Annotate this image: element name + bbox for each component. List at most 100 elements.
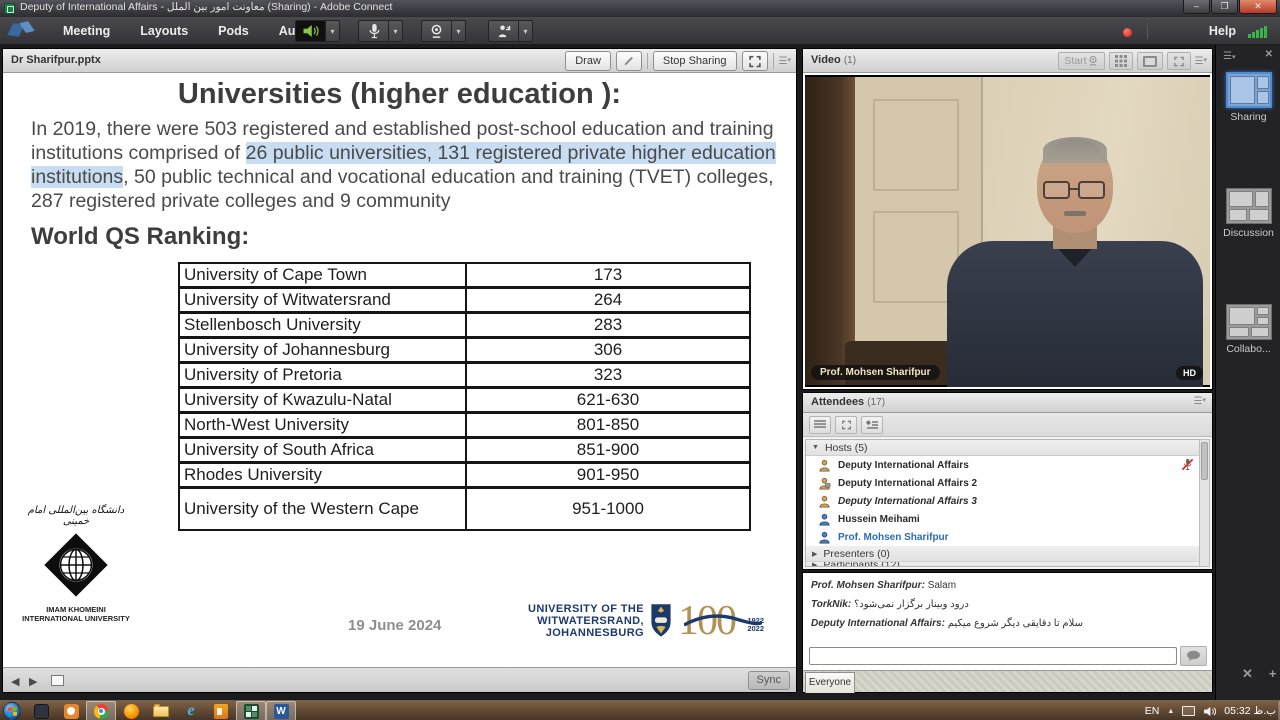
fullscreen-button[interactable] bbox=[742, 51, 768, 71]
previous-slide-button[interactable]: ◀ bbox=[11, 675, 19, 688]
adobe-connect-logo bbox=[8, 21, 38, 41]
network-icon[interactable] bbox=[1182, 706, 1195, 716]
taskbar-app-ie[interactable]: e bbox=[176, 701, 206, 720]
attendees-pod-menu-button[interactable]: ☰▾ bbox=[1194, 396, 1206, 407]
wits-shield-icon bbox=[649, 603, 673, 639]
taskbar-app-chrome[interactable] bbox=[86, 701, 116, 720]
status-raise-hand-button[interactable] bbox=[488, 20, 519, 42]
group-presenters[interactable]: ▶ Presenters (0) bbox=[806, 546, 1200, 562]
grid-view-button[interactable] bbox=[1109, 52, 1133, 70]
pointer-pen-button[interactable] bbox=[616, 51, 642, 71]
taskbar-app-connect[interactable] bbox=[236, 701, 266, 720]
layout-thumbnail[interactable] bbox=[1226, 304, 1272, 340]
presenters-group-label: Presenters (0) bbox=[823, 548, 890, 560]
menu-layouts[interactable]: Layouts bbox=[125, 17, 203, 45]
group-participants[interactable]: ▶ Participants (12) bbox=[806, 562, 1200, 567]
qs-ranking-heading: World QS Ranking: bbox=[31, 223, 249, 251]
next-slide-button[interactable]: ▶ bbox=[29, 675, 37, 688]
tab-everyone[interactable]: Everyone bbox=[805, 672, 855, 693]
menu-bar: Meeting Layouts Pods Audio ▾ ▾ bbox=[0, 17, 1280, 45]
expand-arrows-icon bbox=[841, 420, 852, 430]
layout-label: Discussion bbox=[1216, 227, 1280, 239]
microphone-icon bbox=[367, 23, 381, 39]
sync-button[interactable]: Sync bbox=[748, 671, 790, 690]
video-pod-title: Video bbox=[811, 54, 841, 66]
group-hosts[interactable]: ▼ Hosts (5) bbox=[806, 440, 1200, 456]
start-webcam-button[interactable]: Start bbox=[1058, 52, 1104, 70]
slide-paragraph: In 2019, there were 503 registered and e… bbox=[31, 117, 779, 213]
sidebar-close-button[interactable]: ✕ bbox=[1265, 49, 1273, 60]
table-row: University of Kwazulu-Natal621-630 bbox=[179, 388, 750, 413]
microphone-button[interactable] bbox=[358, 20, 389, 42]
taskbar-app-media[interactable] bbox=[56, 701, 86, 720]
taskbar-app-word[interactable]: W bbox=[266, 701, 296, 720]
breakout-view-button[interactable] bbox=[835, 416, 857, 434]
slide-date: 19 June 2024 bbox=[348, 617, 441, 634]
attendee-row[interactable]: Prof. Mohsen Sharifpur bbox=[806, 528, 1200, 546]
caret-down-icon: ▾ bbox=[330, 27, 334, 36]
sort-icon bbox=[866, 420, 878, 430]
volume-icon[interactable] bbox=[1203, 706, 1216, 717]
close-icon: ✕ bbox=[1265, 49, 1273, 60]
table-row: Rhodes University901-950 bbox=[179, 463, 750, 488]
layout-discussion[interactable]: Discussion bbox=[1216, 188, 1280, 239]
taskbar-app-office[interactable] bbox=[206, 701, 236, 720]
table-row: University of the Western Cape951-1000 bbox=[179, 488, 750, 530]
minimize-button[interactable]: – bbox=[1183, 0, 1210, 14]
webcam-caret[interactable]: ▾ bbox=[452, 20, 466, 42]
speaker-name-label: Prof. Mohsen Sharifpur bbox=[811, 365, 940, 380]
connection-signal-icon[interactable] bbox=[1248, 25, 1270, 38]
close-button[interactable]: ✕ bbox=[1239, 0, 1277, 14]
webcam-button[interactable] bbox=[421, 20, 452, 42]
attendee-row[interactable]: Hussein Meihami bbox=[806, 510, 1200, 528]
attendee-row[interactable]: Deputy International Affairs 2 bbox=[806, 474, 1200, 492]
attendee-row[interactable]: Deputy International Affairs 3 bbox=[806, 492, 1200, 510]
draw-button[interactable]: Draw bbox=[565, 51, 611, 71]
layout-thumbnail[interactable] bbox=[1226, 188, 1272, 224]
speaker-caret[interactable]: ▾ bbox=[326, 20, 340, 42]
sort-attendees-button[interactable] bbox=[861, 416, 883, 434]
status-caret[interactable]: ▾ bbox=[519, 20, 533, 42]
maximize-button[interactable]: ❐ bbox=[1211, 0, 1238, 14]
caret-down-icon: ▾ bbox=[523, 27, 527, 36]
caret-down-icon: ▾ bbox=[456, 27, 460, 36]
layout-thumbnail[interactable] bbox=[1226, 72, 1272, 108]
filmstrip-view-button[interactable] bbox=[1137, 52, 1163, 70]
attendees-scrollbar[interactable] bbox=[1199, 439, 1210, 567]
tray-expand-icon[interactable]: ▲ bbox=[1167, 708, 1174, 715]
table-row: University of South Africa851-900 bbox=[179, 438, 750, 463]
taskbar-app-explorer[interactable] bbox=[146, 701, 176, 720]
clock[interactable]: 05:32 ب.ظ bbox=[1224, 705, 1276, 717]
attendee-row[interactable]: Deputy International Affairs bbox=[806, 456, 1200, 474]
pod-close-button[interactable]: ✕ bbox=[1242, 666, 1253, 682]
help-menu[interactable]: Help bbox=[1209, 17, 1236, 45]
layout-collaboration[interactable]: Collabo... bbox=[1216, 304, 1280, 355]
speaker-button[interactable] bbox=[295, 20, 326, 42]
taskbar-app-firefox[interactable] bbox=[116, 701, 146, 720]
chat-input-row bbox=[803, 645, 1212, 669]
recording-indicator-icon bbox=[1123, 28, 1132, 37]
pod-add-button[interactable]: + bbox=[1269, 666, 1277, 682]
send-message-button[interactable] bbox=[1180, 646, 1207, 666]
caret-down-icon: ▾ bbox=[1232, 54, 1236, 61]
caret-down-icon: ▾ bbox=[393, 27, 397, 36]
language-indicator[interactable]: EN bbox=[1145, 705, 1160, 717]
stop-sharing-button[interactable]: Stop Sharing bbox=[653, 51, 737, 71]
speaker-icon bbox=[302, 23, 320, 39]
chat-bubble-icon bbox=[1186, 650, 1201, 662]
sidebar-toggle-icon[interactable] bbox=[51, 675, 64, 686]
sidebar-menu-button[interactable]: ☰▾ bbox=[1223, 51, 1235, 62]
microphone-caret[interactable]: ▾ bbox=[389, 20, 403, 42]
video-pod-menu-button[interactable]: ☰▾ bbox=[1195, 56, 1207, 67]
start-button[interactable] bbox=[3, 702, 21, 720]
participants-group-label: Participants (12) bbox=[823, 562, 899, 567]
chat-input[interactable] bbox=[809, 647, 1177, 665]
chat-messages: Prof. Mohsen Sharifpur: Salam TorkNik: د… bbox=[803, 573, 1212, 644]
layout-sharing[interactable]: Sharing bbox=[1216, 72, 1280, 123]
attendee-list-view-button[interactable] bbox=[809, 416, 831, 434]
video-fullscreen-button[interactable] bbox=[1167, 52, 1191, 70]
menu-meeting[interactable]: Meeting bbox=[48, 17, 125, 45]
menu-pods[interactable]: Pods bbox=[203, 17, 264, 45]
share-pod-menu-button[interactable]: ☰▾ bbox=[779, 56, 791, 67]
taskbar-app-1[interactable] bbox=[26, 701, 56, 720]
